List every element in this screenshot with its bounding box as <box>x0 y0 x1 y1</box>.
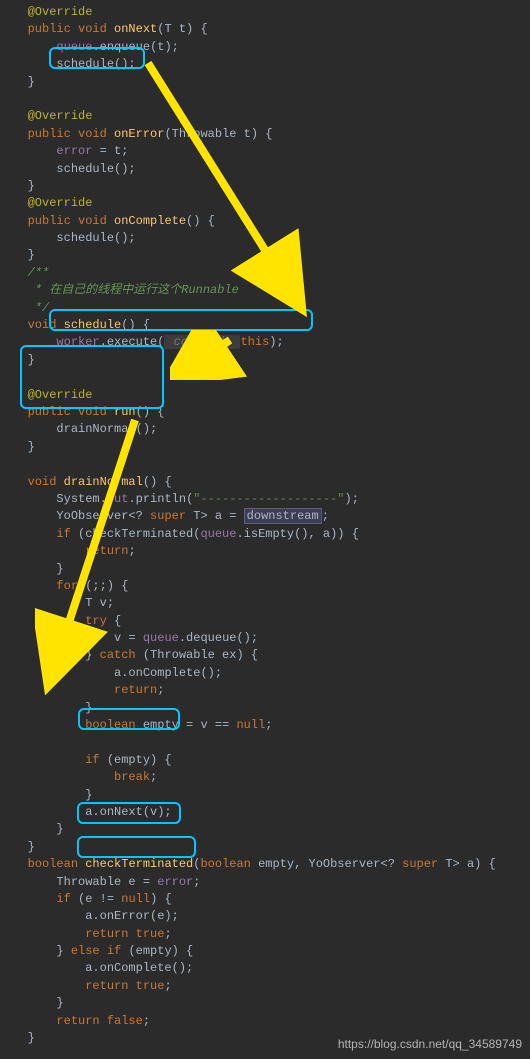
method-schedule: schedule <box>64 318 122 332</box>
method-onComplete: onComplete <box>114 214 186 228</box>
method-drainNormal: drainNormal <box>64 475 143 489</box>
method-onError: onError <box>114 127 164 141</box>
method-onNext: onNext <box>114 22 157 36</box>
code-block: @Override public void onNext(T t) { queu… <box>0 0 530 1059</box>
call-onNext: a.onNext(v); <box>85 805 171 819</box>
call-onComplete: a.onComplete(); <box>85 961 193 975</box>
call-onError: a.onError(e); <box>85 909 179 923</box>
param-hint-command: command: <box>164 335 240 349</box>
annotation-override: @Override <box>28 5 93 19</box>
call-schedule-1: schedule(); <box>56 57 135 71</box>
method-checkTerminated: checkTerminated <box>85 857 193 871</box>
method-run: run <box>114 405 136 419</box>
ref-downstream: downstream <box>244 508 322 524</box>
